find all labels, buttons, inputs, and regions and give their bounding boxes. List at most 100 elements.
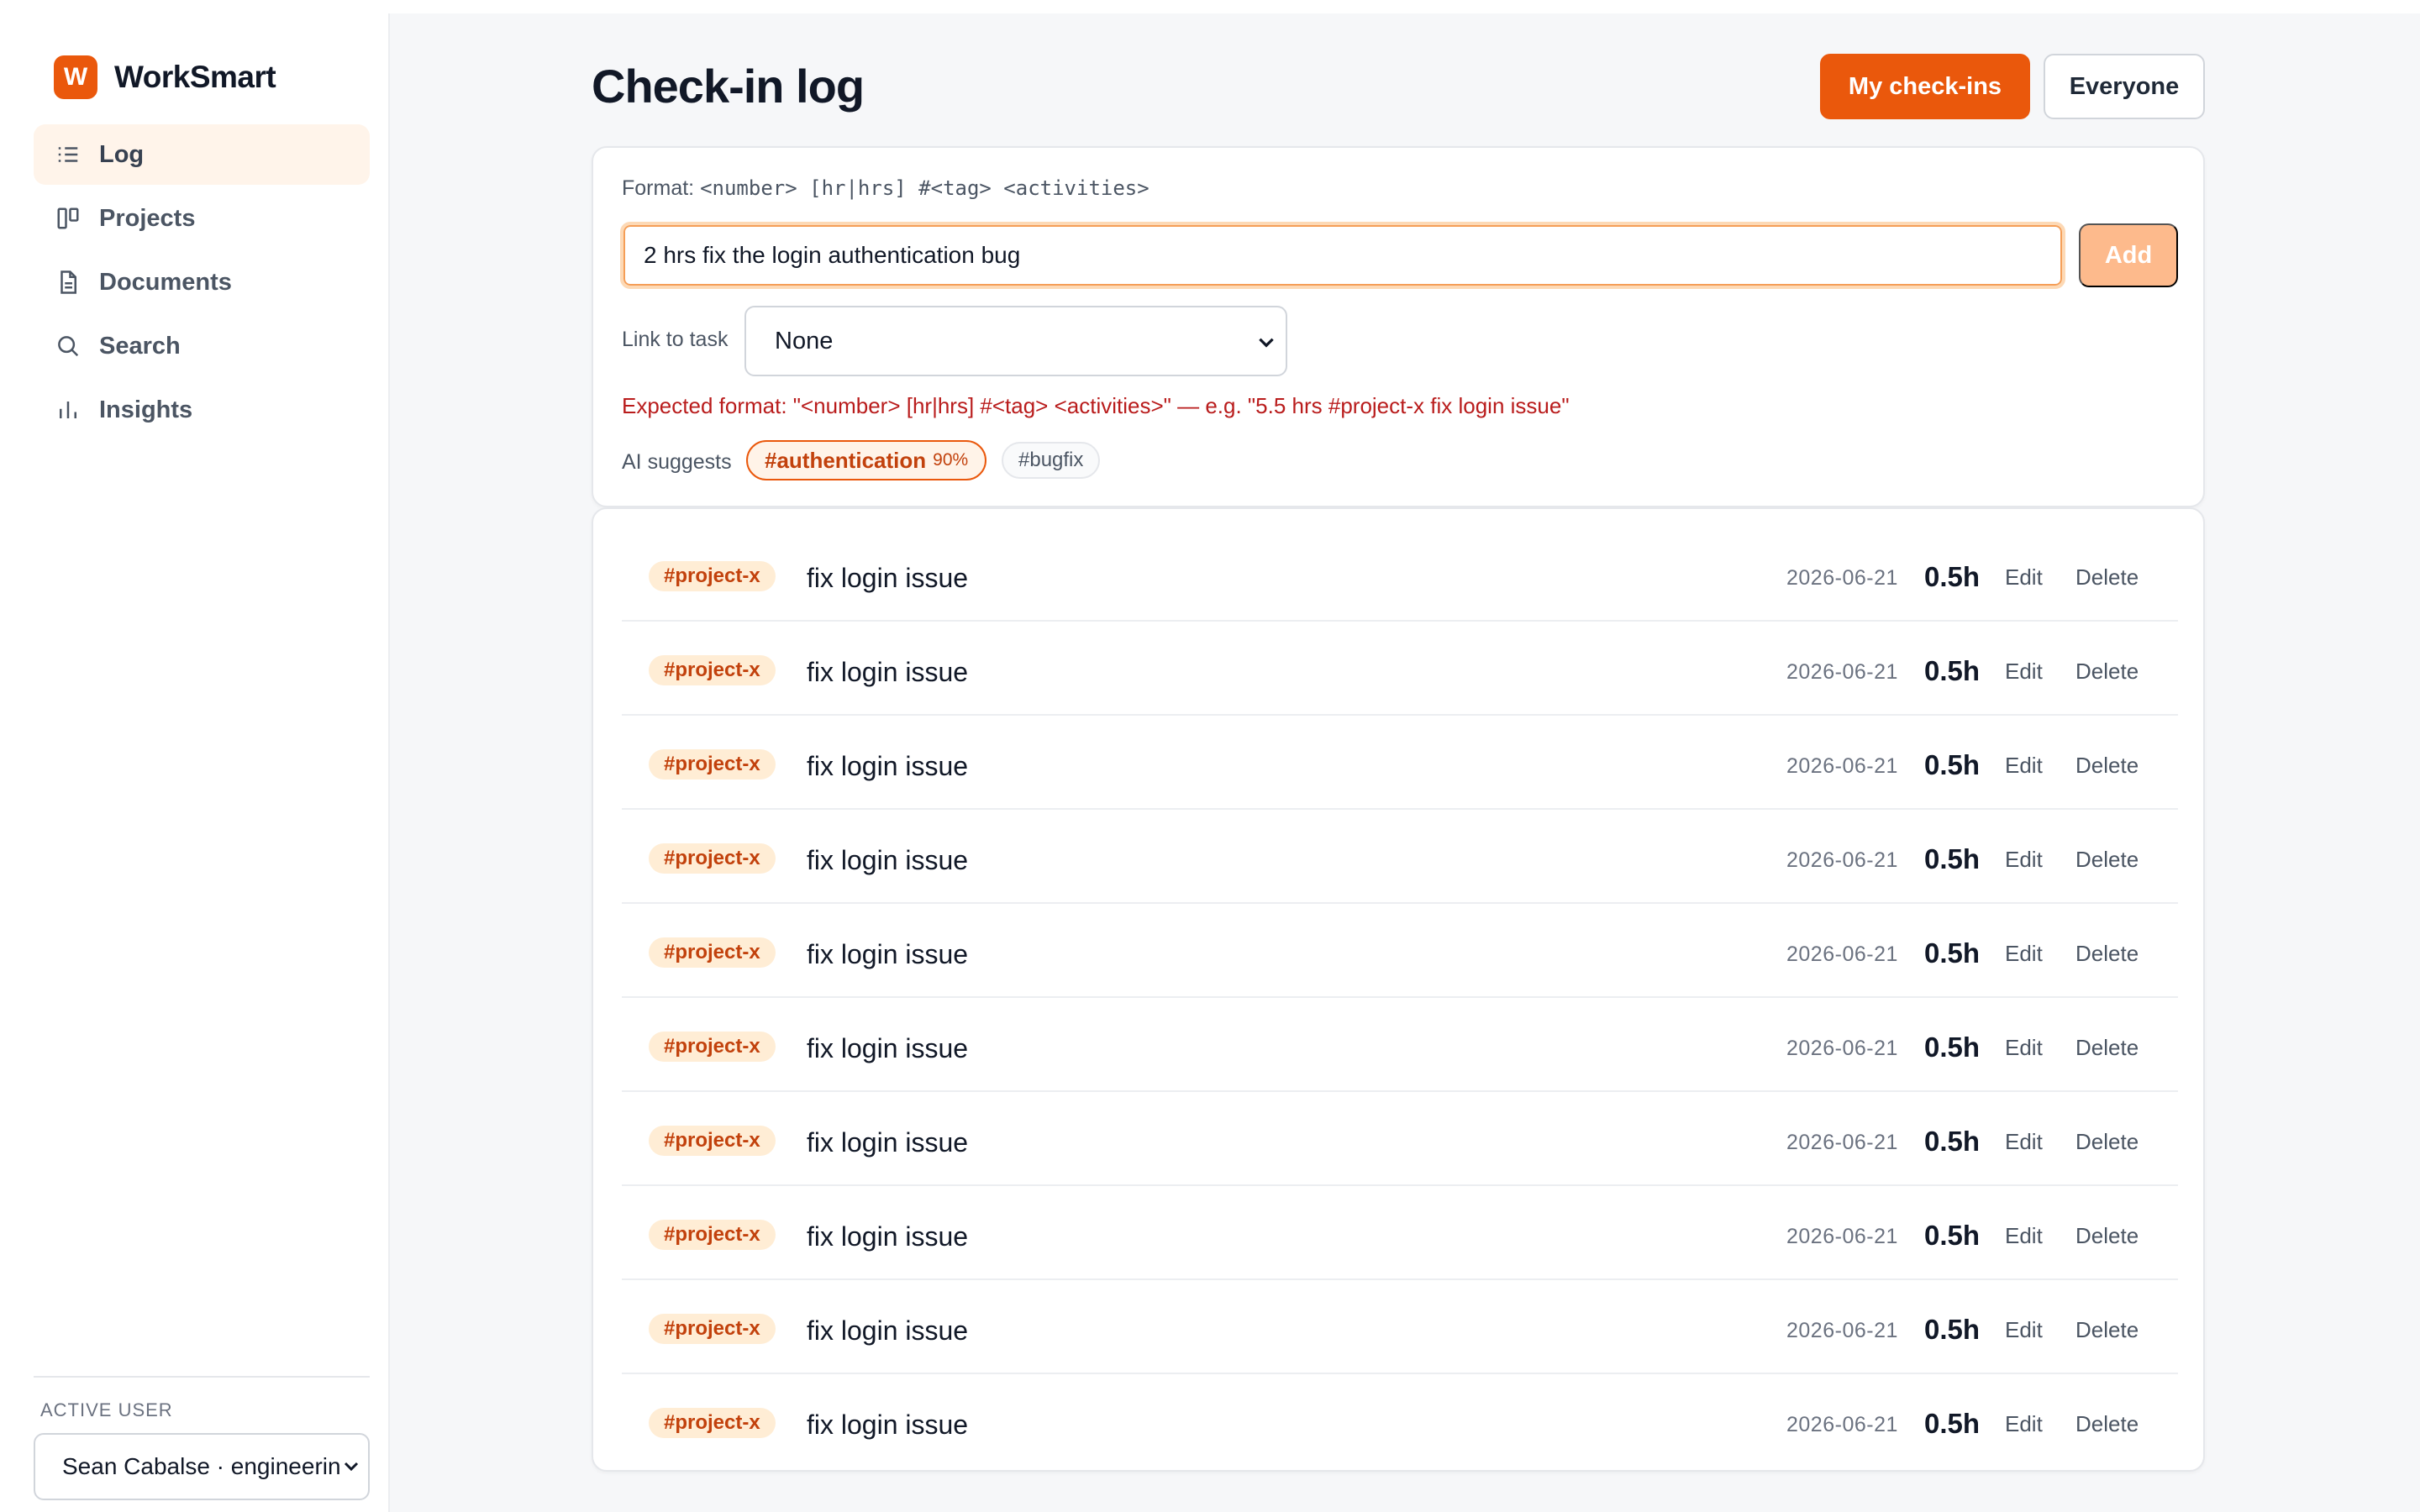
entry-date: 2026-06-21 xyxy=(1786,1225,1898,1248)
checkin-list: #project-x fix login issue 2026-06-21 0.… xyxy=(592,507,2205,1472)
entry-hours: 0.5h xyxy=(1924,561,1981,592)
active-user-label: ACTIVE USER xyxy=(40,1399,173,1420)
edit-button[interactable]: Edit xyxy=(2005,1223,2043,1249)
entry-hours: 0.5h xyxy=(1924,1220,1981,1251)
table-row: #project-x fix login issue 2026-06-21 0.… xyxy=(622,1374,2178,1468)
entry-tag[interactable]: #project-x xyxy=(649,937,776,968)
brand-logo: W xyxy=(54,55,97,99)
chevron-down-icon xyxy=(1259,338,1274,348)
sidebar-item-label: Projects xyxy=(99,204,196,232)
delete-button[interactable]: Delete xyxy=(2075,659,2139,685)
edit-button[interactable]: Edit xyxy=(2005,659,2043,685)
entry-tag[interactable]: #project-x xyxy=(649,843,776,874)
edit-button[interactable]: Edit xyxy=(2005,564,2043,591)
table-row: #project-x fix login issue 2026-06-21 0.… xyxy=(622,1186,2178,1280)
edit-button[interactable]: Edit xyxy=(2005,1035,2043,1061)
entry-tag[interactable]: #project-x xyxy=(649,1032,776,1062)
table-row: #project-x fix login issue 2026-06-21 0.… xyxy=(622,1280,2178,1374)
my-checkins-button[interactable]: My check-ins xyxy=(1820,54,2030,119)
entry-activity: fix login issue xyxy=(807,563,969,593)
entry-hours: 0.5h xyxy=(1924,1314,1981,1345)
entry-tag[interactable]: #project-x xyxy=(649,655,776,685)
delete-button[interactable]: Delete xyxy=(2075,564,2139,591)
entry-date: 2026-06-21 xyxy=(1786,848,1898,872)
list-icon xyxy=(58,147,78,162)
active-user-value: Sean Cabalse · engineering xyxy=(62,1453,343,1479)
suggestion-tag: #authentication xyxy=(765,447,927,473)
sidebar-item-log[interactable]: Log xyxy=(34,124,370,185)
entry-tag[interactable]: #project-x xyxy=(649,1126,776,1156)
page-title: Check-in log xyxy=(592,60,865,113)
suggestion-chip-bugfix[interactable]: #bugfix xyxy=(1002,442,1101,479)
kanban-icon xyxy=(57,207,79,229)
suggestion-tag: #bugfix xyxy=(1018,449,1084,471)
entry-tag[interactable]: #project-x xyxy=(649,1314,776,1344)
edit-button[interactable]: Edit xyxy=(2005,847,2043,873)
delete-button[interactable]: Delete xyxy=(2075,1223,2139,1249)
edit-button[interactable]: Edit xyxy=(2005,1411,2043,1437)
sidebar-item-label: Search xyxy=(99,332,181,360)
entry-date: 2026-06-21 xyxy=(1786,566,1898,590)
checkin-entry-card: Format: <number> [hr|hrs] #<tag> <activi… xyxy=(592,146,2205,507)
suggestion-confidence: 90% xyxy=(933,450,969,470)
brand-name: WorkSmart xyxy=(114,60,276,94)
entry-hours: 0.5h xyxy=(1924,937,1981,969)
entry-tag[interactable]: #project-x xyxy=(649,1220,776,1250)
delete-button[interactable]: Delete xyxy=(2075,1317,2139,1343)
delete-button[interactable]: Delete xyxy=(2075,941,2139,967)
delete-button[interactable]: Delete xyxy=(2075,1035,2139,1061)
delete-button[interactable]: Delete xyxy=(2075,753,2139,779)
checkin-input[interactable]: 2 hrs fix the login authentication bug xyxy=(620,222,2065,289)
entry-hours: 0.5h xyxy=(1924,1032,1981,1063)
link-task-select[interactable]: None xyxy=(744,306,1287,376)
delete-button[interactable]: Delete xyxy=(2075,1411,2139,1437)
table-row: #project-x fix login issue 2026-06-21 0.… xyxy=(622,716,2178,810)
edit-button[interactable]: Edit xyxy=(2005,753,2043,779)
delete-button[interactable]: Delete xyxy=(2075,1129,2139,1155)
document-icon xyxy=(60,270,76,294)
edit-button[interactable]: Edit xyxy=(2005,1317,2043,1343)
bar-chart-icon xyxy=(60,402,76,418)
checkin-input-value: 2 hrs fix the login authentication bug xyxy=(644,242,1021,268)
entry-activity: fix login issue xyxy=(807,939,969,969)
sidebar-item-insights[interactable]: Insights xyxy=(34,380,370,440)
table-row: #project-x fix login issue 2026-06-21 0.… xyxy=(622,998,2178,1092)
entry-activity: fix login issue xyxy=(807,1410,969,1440)
entry-activity: fix login issue xyxy=(807,1315,969,1346)
add-button[interactable]: Add xyxy=(2079,223,2178,287)
entry-hours: 0.5h xyxy=(1924,1126,1981,1157)
entry-hours: 0.5h xyxy=(1924,1408,1981,1439)
table-row: #project-x fix login issue 2026-06-21 0.… xyxy=(622,904,2178,998)
entry-activity: fix login issue xyxy=(807,845,969,875)
entry-tag[interactable]: #project-x xyxy=(649,561,776,591)
table-row: #project-x fix login issue 2026-06-21 0.… xyxy=(622,810,2178,904)
link-task-label: Link to task xyxy=(622,328,729,351)
entry-activity: fix login issue xyxy=(807,1221,969,1252)
suggestion-chip-authentication[interactable]: #authentication 90% xyxy=(746,440,987,480)
active-user-select[interactable]: Sean Cabalse · engineering xyxy=(34,1433,370,1500)
entry-date: 2026-06-21 xyxy=(1786,942,1898,966)
entry-date: 2026-06-21 xyxy=(1786,660,1898,684)
format-error: Expected format: "<number> [hr|hrs] #<ta… xyxy=(622,393,1570,418)
delete-button[interactable]: Delete xyxy=(2075,847,2139,873)
entry-date: 2026-06-21 xyxy=(1786,1037,1898,1060)
edit-button[interactable]: Edit xyxy=(2005,941,2043,967)
sidebar-item-search[interactable]: Search xyxy=(34,316,370,376)
format-syntax: <number> [hr|hrs] #<tag> <activities> xyxy=(700,176,1150,200)
sidebar-item-documents[interactable]: Documents xyxy=(34,252,370,312)
everyone-button[interactable]: Everyone xyxy=(2044,54,2205,119)
chevron-down-icon xyxy=(341,1455,361,1480)
entry-date: 2026-06-21 xyxy=(1786,754,1898,778)
entry-tag[interactable]: #project-x xyxy=(649,749,776,780)
entry-activity: fix login issue xyxy=(807,751,969,781)
entry-tag[interactable]: #project-x xyxy=(649,1408,776,1438)
sidebar-nav: Log Projects Documents Search Insights xyxy=(34,124,370,444)
task-select-value: None xyxy=(775,327,834,354)
sidebar: W WorkSmart Log Projects Documents Searc… xyxy=(0,13,390,1512)
sidebar-item-projects[interactable]: Projects xyxy=(34,188,370,249)
entry-activity: fix login issue xyxy=(807,1033,969,1063)
brand[interactable]: W WorkSmart xyxy=(54,54,276,101)
sidebar-item-label: Documents xyxy=(99,268,232,296)
sidebar-footer: ACTIVE USER Sean Cabalse · engineering xyxy=(34,1376,370,1500)
edit-button[interactable]: Edit xyxy=(2005,1129,2043,1155)
